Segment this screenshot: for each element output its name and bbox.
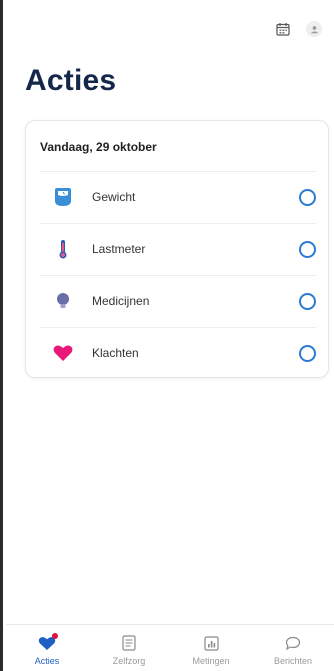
status-radio[interactable] <box>299 292 316 310</box>
list-item-label: Medicijnen <box>92 294 150 308</box>
scale-icon <box>52 186 74 208</box>
page-title: Acties <box>25 64 117 97</box>
list-item[interactable]: Medicijnen <box>26 275 330 327</box>
list-item-label: Klachten <box>92 346 139 360</box>
list-item[interactable]: Gewicht <box>26 171 330 223</box>
nav-label: Acties <box>34 656 60 666</box>
list-item[interactable]: Klachten <box>26 327 330 379</box>
status-radio[interactable] <box>299 344 316 362</box>
divider <box>40 327 316 328</box>
nav-label: Metingen <box>192 656 230 666</box>
nav-label: Zelfzorg <box>112 656 146 666</box>
list-item-label: Lastmeter <box>92 242 146 256</box>
profile-icon[interactable] <box>306 21 322 37</box>
document-icon <box>120 634 138 652</box>
thermometer-icon <box>52 238 74 260</box>
divider <box>40 171 316 172</box>
list-item-label: Gewicht <box>92 190 136 204</box>
pill-icon <box>52 290 74 312</box>
status-radio[interactable] <box>299 240 316 258</box>
nav-item-zelfzorg[interactable]: Zelfzorg <box>88 625 170 671</box>
chart-icon <box>202 634 220 652</box>
list-item[interactable]: Lastmeter <box>26 223 330 275</box>
nav-label: Berichten <box>273 656 313 666</box>
top-bar <box>274 20 322 38</box>
status-radio[interactable] <box>299 188 316 206</box>
nav-item-berichten[interactable]: Berichten <box>252 625 334 671</box>
heart-icon <box>38 633 58 652</box>
nav-item-metingen[interactable]: Metingen <box>170 625 252 671</box>
card-date: Vandaag, 29 oktober <box>40 140 157 154</box>
actions-card: Vandaag, 29 oktober Gewicht Lastmeter Me… <box>25 120 329 378</box>
chat-bubble-icon <box>284 634 302 652</box>
nav-item-acties[interactable]: Acties <box>6 625 88 671</box>
divider <box>40 275 316 276</box>
app-screen: Acties Vandaag, 29 oktober Gewicht Lastm… <box>0 0 334 671</box>
calendar-icon[interactable] <box>274 20 292 38</box>
bottom-navigation: Acties Zelfzorg Metingen Berichten <box>6 624 334 671</box>
notification-badge <box>52 633 58 639</box>
heart-icon <box>52 342 74 364</box>
divider <box>40 223 316 224</box>
